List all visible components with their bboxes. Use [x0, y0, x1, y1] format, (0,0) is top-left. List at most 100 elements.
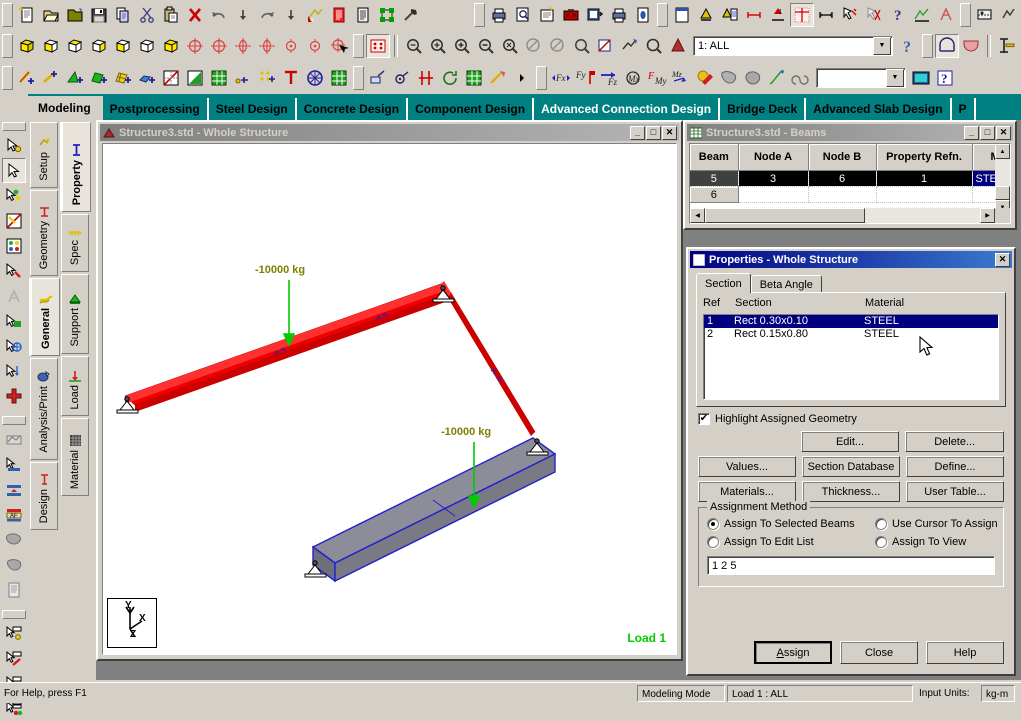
- values-button[interactable]: Values...: [698, 456, 796, 477]
- radio-button[interactable]: [707, 536, 719, 548]
- add-quad-plate-icon[interactable]: [87, 66, 111, 90]
- delete-button[interactable]: Delete...: [905, 431, 1005, 452]
- mx-icon[interactable]: Mx: [621, 66, 645, 90]
- structure-maximize-button[interactable]: □: [646, 125, 661, 140]
- select-section-icon[interactable]: [2, 477, 26, 502]
- redo-list-icon[interactable]: [279, 3, 303, 27]
- beams-cursor-icon[interactable]: [2, 208, 26, 233]
- pan-icon[interactable]: [522, 34, 546, 58]
- symbols-labels-icon[interactable]: [366, 33, 390, 58]
- stretch-icon[interactable]: [486, 66, 510, 90]
- radio-assign-to-edit-list[interactable]: Assign To Edit List: [707, 536, 814, 548]
- rotate-down-icon[interactable]: [207, 34, 231, 58]
- toolbar-grip[interactable]: [474, 2, 485, 27]
- edit-button[interactable]: Edit...: [800, 431, 900, 452]
- print-current-view-icon[interactable]: [583, 3, 607, 27]
- run-analysis-icon[interactable]: «: [303, 3, 327, 27]
- structure-3d-canvas[interactable]: -10000 kg -10000 kg Load 1 Y X Z: [102, 143, 677, 655]
- structure-wizard-icon[interactable]: [935, 33, 959, 58]
- tab-steel-design[interactable]: Steel Design: [208, 98, 297, 120]
- scroll-track[interactable]: [995, 159, 1010, 186]
- toolbar-grip[interactable]: [353, 33, 364, 58]
- zoom-out-icon[interactable]: [402, 34, 426, 58]
- table-row[interactable]: 6: [690, 186, 995, 203]
- rail-grip[interactable]: [2, 122, 26, 131]
- nodes-cursor-icon[interactable]: [2, 183, 26, 208]
- view-surface-icon[interactable]: [2, 427, 26, 452]
- properties-close-button[interactable]: ✕: [995, 252, 1010, 267]
- add-cursor-icon[interactable]: [2, 383, 26, 408]
- circular-repeat-icon[interactable]: [303, 66, 327, 90]
- rotate-right-icon[interactable]: [255, 34, 279, 58]
- structure-window-titlebar[interactable]: Structure3.std - Whole Structure _ □ ✕: [100, 124, 679, 141]
- more-icon[interactable]: [510, 66, 534, 90]
- page-tab-spec[interactable]: Spec: [61, 214, 89, 272]
- structure-close-button[interactable]: ✕: [662, 125, 677, 140]
- rail-grip[interactable]: [2, 610, 26, 619]
- solids-cursor-icon[interactable]: [2, 258, 26, 283]
- diagram-icon[interactable]: [973, 3, 997, 27]
- undo-icon[interactable]: [207, 3, 231, 27]
- save-icon[interactable]: [87, 3, 111, 27]
- grid-icon[interactable]: [327, 66, 351, 90]
- label-icon[interactable]: [910, 3, 934, 27]
- view-from-minus-x-icon[interactable]: [111, 34, 135, 58]
- help-blue-icon[interactable]: ?: [933, 66, 957, 90]
- my-icon[interactable]: F My: [645, 66, 669, 90]
- table-row[interactable]: 5 3 6 1 STEEL: [690, 170, 995, 187]
- beams-cell-node-a[interactable]: [738, 186, 809, 203]
- tab-beta-angle[interactable]: Beta Angle: [750, 275, 822, 293]
- list-item[interactable]: 1 Rect 0.30x0.10 STEEL: [704, 315, 998, 328]
- tab-postprocessing[interactable]: Postprocessing: [102, 98, 209, 120]
- report-icon[interactable]: [351, 3, 375, 27]
- move-icon[interactable]: [366, 66, 390, 90]
- scroll-thumb[interactable]: [705, 208, 865, 223]
- zoom-previous-icon[interactable]: [570, 34, 594, 58]
- view-from-x-icon[interactable]: [39, 34, 63, 58]
- dimension-beam-icon[interactable]: [742, 3, 766, 27]
- section-wizard-icon[interactable]: [959, 34, 983, 58]
- influence-icon[interactable]: [789, 66, 813, 90]
- toolbar-grip[interactable]: [657, 2, 668, 27]
- toolbar-grip[interactable]: [922, 33, 933, 58]
- beams-cell-property-refn[interactable]: [876, 186, 973, 203]
- cut-icon[interactable]: [135, 3, 159, 27]
- page-tab-material[interactable]: Material: [61, 418, 89, 496]
- thickness-button[interactable]: Thickness...: [802, 481, 900, 502]
- load-cursor-icon[interactable]: [2, 358, 26, 383]
- print-diagram-icon[interactable]: [607, 3, 631, 27]
- tab-partial[interactable]: P: [951, 98, 976, 120]
- page-tab-setup[interactable]: Setup: [30, 122, 58, 188]
- editor-icon[interactable]: [995, 34, 1019, 58]
- beams-window-titlebar[interactable]: Structure3.std - Beams _ □ ✕: [687, 124, 1013, 141]
- rotate-left-icon[interactable]: [231, 34, 255, 58]
- beams-cell-node-b[interactable]: [808, 186, 877, 203]
- output-file-icon[interactable]: [327, 3, 351, 27]
- plates-cursor-icon[interactable]: [2, 233, 26, 258]
- fz-icon[interactable]: Fz: [597, 66, 621, 90]
- open-folder-icon[interactable]: [63, 3, 87, 27]
- beams-col-property-refn[interactable]: Property Refn.: [876, 144, 973, 171]
- toolbar-grip[interactable]: [2, 65, 13, 90]
- load-selector[interactable]: ▼: [816, 67, 906, 88]
- mirror-icon[interactable]: [414, 66, 438, 90]
- zoom-dialog-icon[interactable]: [618, 34, 642, 58]
- beams-col-beam[interactable]: Beam: [690, 144, 739, 171]
- section-listbox[interactable]: 1 Rect 0.30x0.10 STEEL 2 Rect 0.15x0.80 …: [703, 314, 999, 400]
- materials-button[interactable]: Materials...: [698, 481, 796, 502]
- checkbox-box[interactable]: ✔: [698, 413, 710, 425]
- geometry-cursor-icon[interactable]: [2, 333, 26, 358]
- beams-cell-material[interactable]: STEEL: [972, 170, 995, 187]
- radio-button[interactable]: [875, 536, 887, 548]
- tab-component-design[interactable]: Component Design: [408, 98, 535, 120]
- picture-album-icon[interactable]: [559, 3, 583, 27]
- zoom-window2-icon[interactable]: [642, 34, 666, 58]
- select-af-icon[interactable]: AF: [2, 502, 26, 527]
- zoom-all-icon[interactable]: [426, 34, 450, 58]
- add-solid-icon[interactable]: [135, 66, 159, 90]
- annotate-off-icon[interactable]: [862, 3, 886, 27]
- beams-horizontal-scrollbar[interactable]: ◀ ▶: [690, 208, 995, 223]
- toolbar-grip[interactable]: [960, 2, 971, 27]
- select-node-icon[interactable]: [2, 621, 26, 646]
- select-beam-icon[interactable]: [2, 646, 26, 671]
